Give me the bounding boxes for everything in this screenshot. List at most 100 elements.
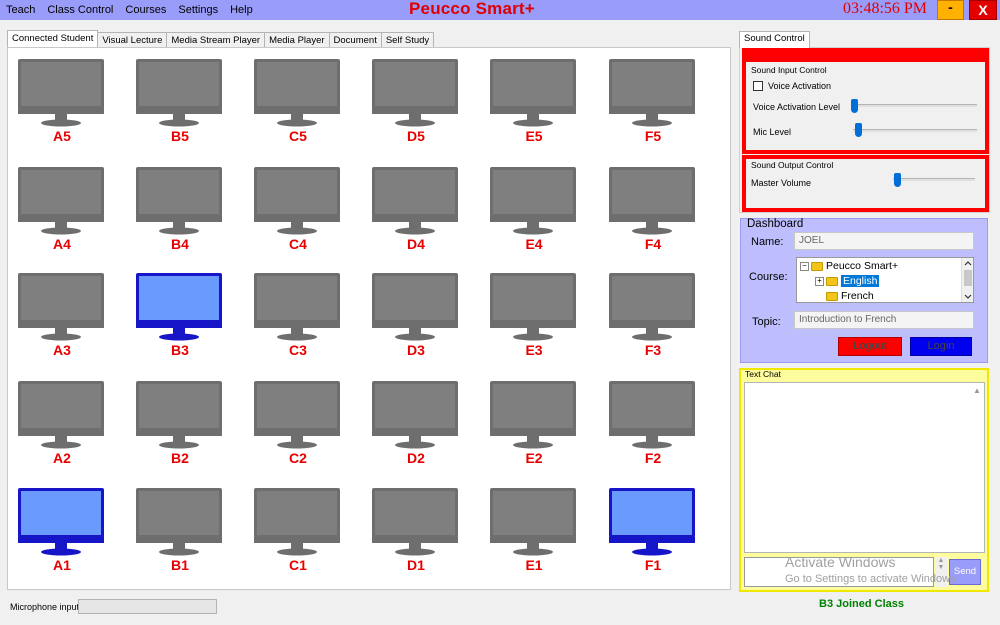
collapse-icon[interactable]: −: [800, 261, 809, 271]
monitor-icon: [372, 488, 458, 556]
monitor-icon: [490, 381, 576, 449]
station-e2[interactable]: E2: [489, 380, 579, 472]
monitor-icon: [136, 273, 222, 341]
tab-sound-control[interactable]: Sound Control: [739, 31, 810, 48]
tab-document[interactable]: Document: [328, 32, 382, 47]
station-label: D4: [407, 236, 425, 252]
station-b1[interactable]: B1: [135, 487, 225, 579]
station-b5[interactable]: B5: [135, 58, 225, 150]
tree-root[interactable]: − Peucco Smart+: [800, 260, 898, 273]
voice-activation-level-slider[interactable]: [851, 99, 858, 113]
station-e1[interactable]: E1: [489, 487, 579, 579]
station-f5[interactable]: F5: [608, 58, 698, 150]
monitor-icon: [609, 167, 695, 235]
monitor-icon: [136, 167, 222, 235]
station-label: C2: [289, 450, 307, 466]
station-label: C3: [289, 342, 307, 358]
station-b4[interactable]: B4: [135, 166, 225, 258]
voice-activation-checkbox[interactable]: [753, 81, 763, 91]
tab-connected-student[interactable]: Connected Student: [7, 30, 99, 47]
station-label: E5: [525, 128, 543, 144]
station-c3[interactable]: C3: [253, 272, 343, 364]
login-button[interactable]: Login: [910, 337, 972, 356]
station-a5[interactable]: A5: [17, 58, 107, 150]
station-f3[interactable]: F3: [608, 272, 698, 364]
station-label: D2: [407, 450, 425, 466]
chat-history[interactable]: [744, 382, 985, 553]
monitor-icon: [609, 488, 695, 556]
menu-settings[interactable]: Settings: [172, 4, 224, 16]
station-a2[interactable]: A2: [17, 380, 107, 472]
tree-item-french[interactable]: French: [826, 290, 874, 302]
monitor-icon: [18, 381, 104, 449]
menu-courses[interactable]: Courses: [119, 4, 172, 16]
station-b2[interactable]: B2: [135, 380, 225, 472]
scroll-arrows-icon: [964, 261, 972, 299]
monitor-icon: [254, 488, 340, 556]
station-a4[interactable]: A4: [17, 166, 107, 258]
monitor-icon: [136, 59, 222, 127]
station-d2[interactable]: D2: [371, 380, 461, 472]
monitor-icon: [254, 167, 340, 235]
station-c2[interactable]: C2: [253, 380, 343, 472]
station-c4[interactable]: C4: [253, 166, 343, 258]
close-button[interactable]: X: [969, 0, 997, 20]
monitor-icon: [18, 59, 104, 127]
menu-teach[interactable]: Teach: [0, 4, 41, 16]
course-tree-scrollbar[interactable]: [961, 258, 973, 302]
station-a1[interactable]: A1: [17, 487, 107, 579]
monitor-icon: [490, 167, 576, 235]
station-d1[interactable]: D1: [371, 487, 461, 579]
station-f2[interactable]: F2: [608, 380, 698, 472]
station-b3[interactable]: B3: [135, 272, 225, 364]
station-label: E1: [525, 557, 543, 573]
station-c1[interactable]: C1: [253, 487, 343, 579]
monitor-icon: [490, 273, 576, 341]
station-label: F3: [644, 342, 662, 358]
station-label: B4: [171, 236, 189, 252]
master-volume-track: [893, 178, 975, 181]
voice-activation-level-track: [851, 104, 977, 107]
monitor-icon: [18, 167, 104, 235]
station-d5[interactable]: D5: [371, 58, 461, 150]
monitor-icon: [18, 488, 104, 556]
station-f4[interactable]: F4: [608, 166, 698, 258]
station-label: E2: [525, 450, 543, 466]
station-d4[interactable]: D4: [371, 166, 461, 258]
topic-field[interactable]: Introduction to French: [794, 311, 974, 329]
monitor-icon: [609, 59, 695, 127]
monitor-icon: [372, 273, 458, 341]
mic-level-label: Mic Level: [753, 127, 792, 137]
station-label: F4: [644, 236, 662, 252]
station-c5[interactable]: C5: [253, 58, 343, 150]
station-e4[interactable]: E4: [489, 166, 579, 258]
tree-item-english[interactable]: + English: [815, 275, 880, 288]
expand-icon[interactable]: +: [815, 276, 824, 286]
station-label: C5: [289, 128, 307, 144]
tab-visual-lecture[interactable]: Visual Lecture: [97, 32, 168, 47]
chat-scroll-up-icon[interactable]: ▲: [973, 386, 981, 395]
monitor-icon: [254, 59, 340, 127]
menu-help[interactable]: Help: [224, 4, 259, 16]
station-label: F5: [644, 128, 662, 144]
logout-button[interactable]: Logout: [838, 337, 902, 356]
minimize-button[interactable]: -: [937, 0, 964, 20]
station-f1[interactable]: F1: [608, 487, 698, 579]
tab-self-study[interactable]: Self Study: [380, 32, 435, 47]
station-e5[interactable]: E5: [489, 58, 579, 150]
tab-media-stream-player[interactable]: Media Stream Player: [166, 32, 266, 47]
station-label: D5: [407, 128, 425, 144]
station-a3[interactable]: A3: [17, 272, 107, 364]
master-volume-slider[interactable]: [894, 173, 901, 187]
course-label: Course:: [749, 271, 788, 283]
activation-watermark: Activate Windows Go to Settings to activ…: [785, 554, 955, 588]
course-tree[interactable]: − Peucco Smart+ + English French: [796, 257, 974, 303]
menu-bar: Teach Class Control Courses Settings Hel…: [0, 0, 259, 20]
station-d3[interactable]: D3: [371, 272, 461, 364]
tab-media-player[interactable]: Media Player: [264, 32, 330, 47]
station-e3[interactable]: E3: [489, 272, 579, 364]
menu-class-control[interactable]: Class Control: [41, 4, 119, 16]
mic-level-slider[interactable]: [855, 123, 862, 137]
name-field[interactable]: JOEL: [794, 232, 974, 250]
station-label: A5: [53, 128, 71, 144]
